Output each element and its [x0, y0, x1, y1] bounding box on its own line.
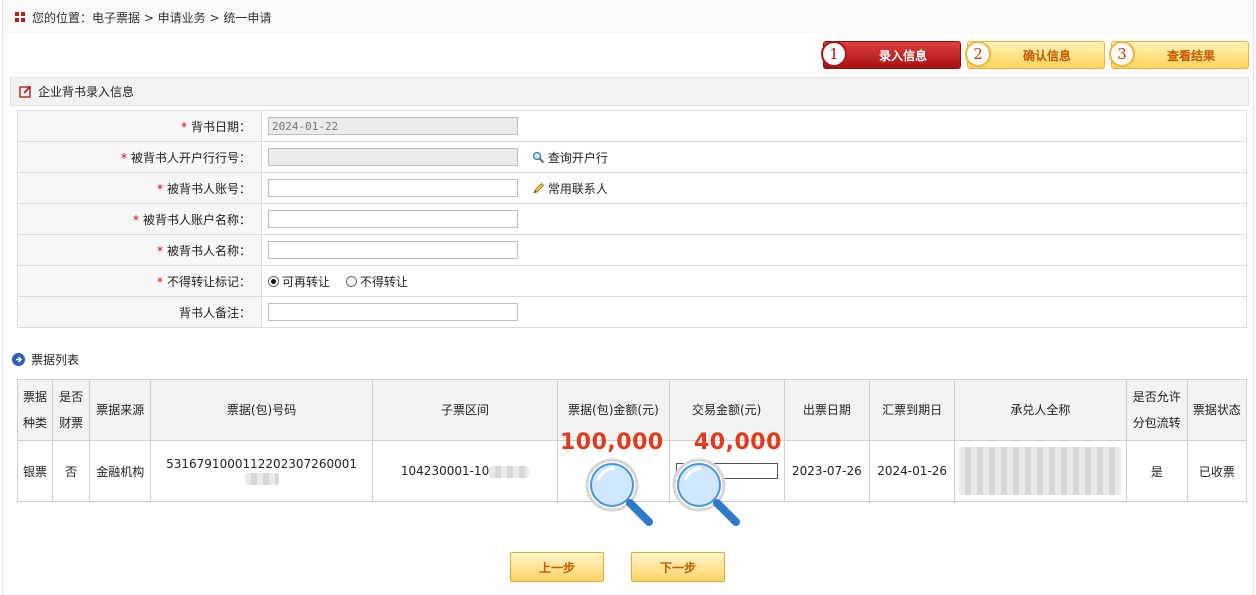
overlay-amount-annotation: 100,000 [560, 430, 664, 455]
col-kind: 票据种类 [16, 379, 54, 441]
required-mark: * [180, 119, 187, 134]
step-result: 3 查看结果 [1109, 41, 1249, 69]
account-name-label: 被背书人账户名称： [142, 212, 251, 227]
step-number: 1 [821, 41, 847, 67]
grid-icon [15, 12, 25, 22]
overlay-trade-annotation: 40,000 [694, 430, 782, 455]
form-row-account: * 被背书人账号： 常用联系人 [17, 172, 1247, 204]
magnifier-icon [672, 458, 740, 526]
radio-transferable[interactable]: 可再转让 [268, 273, 330, 290]
endorse-date-label: 背书日期： [190, 119, 251, 134]
bill-range: 104230001-10 [400, 464, 490, 478]
radio-label: 不得转让 [359, 274, 408, 289]
cell-range: 104230001-10 [371, 440, 559, 502]
endorse-form: *背书日期： *被背书人开户行行号： 查询开户行 *被背书人账号： 常用联系人 [17, 110, 1247, 328]
magnifier-icon [585, 458, 653, 526]
section-title: 企业背书录入信息 [38, 85, 135, 99]
section-header: 企业背书录入信息 [10, 77, 1249, 106]
prev-button[interactable]: 上一步 [510, 552, 604, 582]
name-label: 被背书人名称： [166, 243, 251, 258]
bill-list-title: 票据列表 [31, 353, 80, 367]
required-mark: * [156, 243, 163, 258]
radio-label: 可再转让 [282, 274, 331, 289]
step-number: 3 [1109, 41, 1135, 67]
col-source: 票据来源 [89, 379, 152, 441]
col-status: 票据状态 [1186, 379, 1248, 441]
bill-number: 5316791000112202307260001 [166, 457, 357, 471]
col-issue-date: 出票日期 [783, 379, 871, 441]
cell-finance: 否 [52, 440, 91, 502]
name-field[interactable] [268, 241, 518, 259]
form-row-bank-no: * 被背书人开户行行号： 查询开户行 [17, 141, 1247, 173]
form-row-transfer: * 不得转让标记： 可再转让 不得转让 [17, 265, 1247, 297]
cell-acceptor [954, 440, 1127, 502]
radio-checked[interactable] [268, 275, 279, 287]
cell-due-date: 2024-01-26 [869, 440, 956, 502]
form-row-name: * 被背书人名称： [17, 234, 1247, 266]
breadcrumb-text: 您的位置：电子票据 > 申请业务 > 统一申请 [32, 10, 272, 25]
search-icon [532, 151, 545, 163]
col-split: 是否允许分包流转 [1125, 379, 1188, 441]
form-row-date: * 背书日期： [17, 110, 1247, 142]
account-name-field[interactable] [268, 210, 518, 228]
cell-split: 是 [1125, 440, 1188, 502]
step-confirm: 2 确认信息 [965, 41, 1105, 69]
contacts-label: 常用联系人 [547, 181, 608, 196]
radio-unchecked[interactable] [345, 275, 357, 287]
bank-no-field[interactable] [268, 148, 518, 166]
remark-label: 背书人备注： [178, 305, 251, 320]
form-row-remark: 背书人备注： [17, 296, 1247, 328]
cell-issue-date: 2023-07-26 [783, 440, 871, 502]
query-bank-link[interactable]: 查询开户行 [532, 149, 608, 166]
arrow-circle-icon [12, 353, 25, 366]
query-bank-label: 查询开户行 [547, 150, 608, 165]
account-field[interactable] [268, 179, 518, 197]
remark-field[interactable] [268, 303, 518, 321]
step-input: 1 录入信息 [821, 41, 961, 69]
account-label: 被背书人账号： [166, 181, 251, 196]
required-mark: * [132, 212, 139, 227]
edit-icon [19, 85, 32, 98]
bank-no-label: 被背书人开户行行号： [130, 150, 251, 165]
required-mark: * [120, 150, 127, 165]
col-acceptor: 承兑人全称 [954, 379, 1127, 441]
cell-number: 5316791000112202307260001 [150, 440, 373, 502]
breadcrumb: 您的位置：电子票据 > 申请业务 > 统一申请 [3, 0, 1253, 34]
cell-status: 已收票 [1186, 440, 1248, 502]
endorse-date-field [268, 117, 518, 135]
bill-list-header: 票据列表 [12, 351, 79, 368]
progress-steps: 1 录入信息 2 确认信息 3 查看结果 [3, 40, 1253, 70]
col-finance: 是否财票 [52, 379, 91, 441]
redacted-blur [244, 472, 279, 485]
required-mark: * [156, 181, 163, 196]
pencil-icon [533, 182, 544, 194]
next-button[interactable]: 下一步 [631, 552, 725, 582]
col-number: 票据(包)号码 [150, 379, 373, 441]
form-row-account-name: * 被背书人账户名称： [17, 203, 1247, 235]
redacted-blur [489, 465, 530, 478]
required-mark: * [156, 274, 163, 289]
col-range: 子票区间 [371, 379, 559, 441]
radio-non-transferable[interactable]: 不得转让 [345, 273, 408, 290]
redacted-blur [959, 447, 1122, 495]
page-frame: 您的位置：电子票据 > 申请业务 > 统一申请 1 录入信息 2 确认信息 3 … [2, 0, 1254, 595]
col-due-date: 汇票到期日 [869, 379, 956, 441]
transfer-label: 不得转让标记： [166, 274, 251, 289]
cell-source: 金融机构 [89, 440, 152, 502]
cell-kind: 银票 [16, 440, 54, 502]
step-number: 2 [965, 41, 991, 67]
contacts-link[interactable]: 常用联系人 [532, 180, 608, 197]
